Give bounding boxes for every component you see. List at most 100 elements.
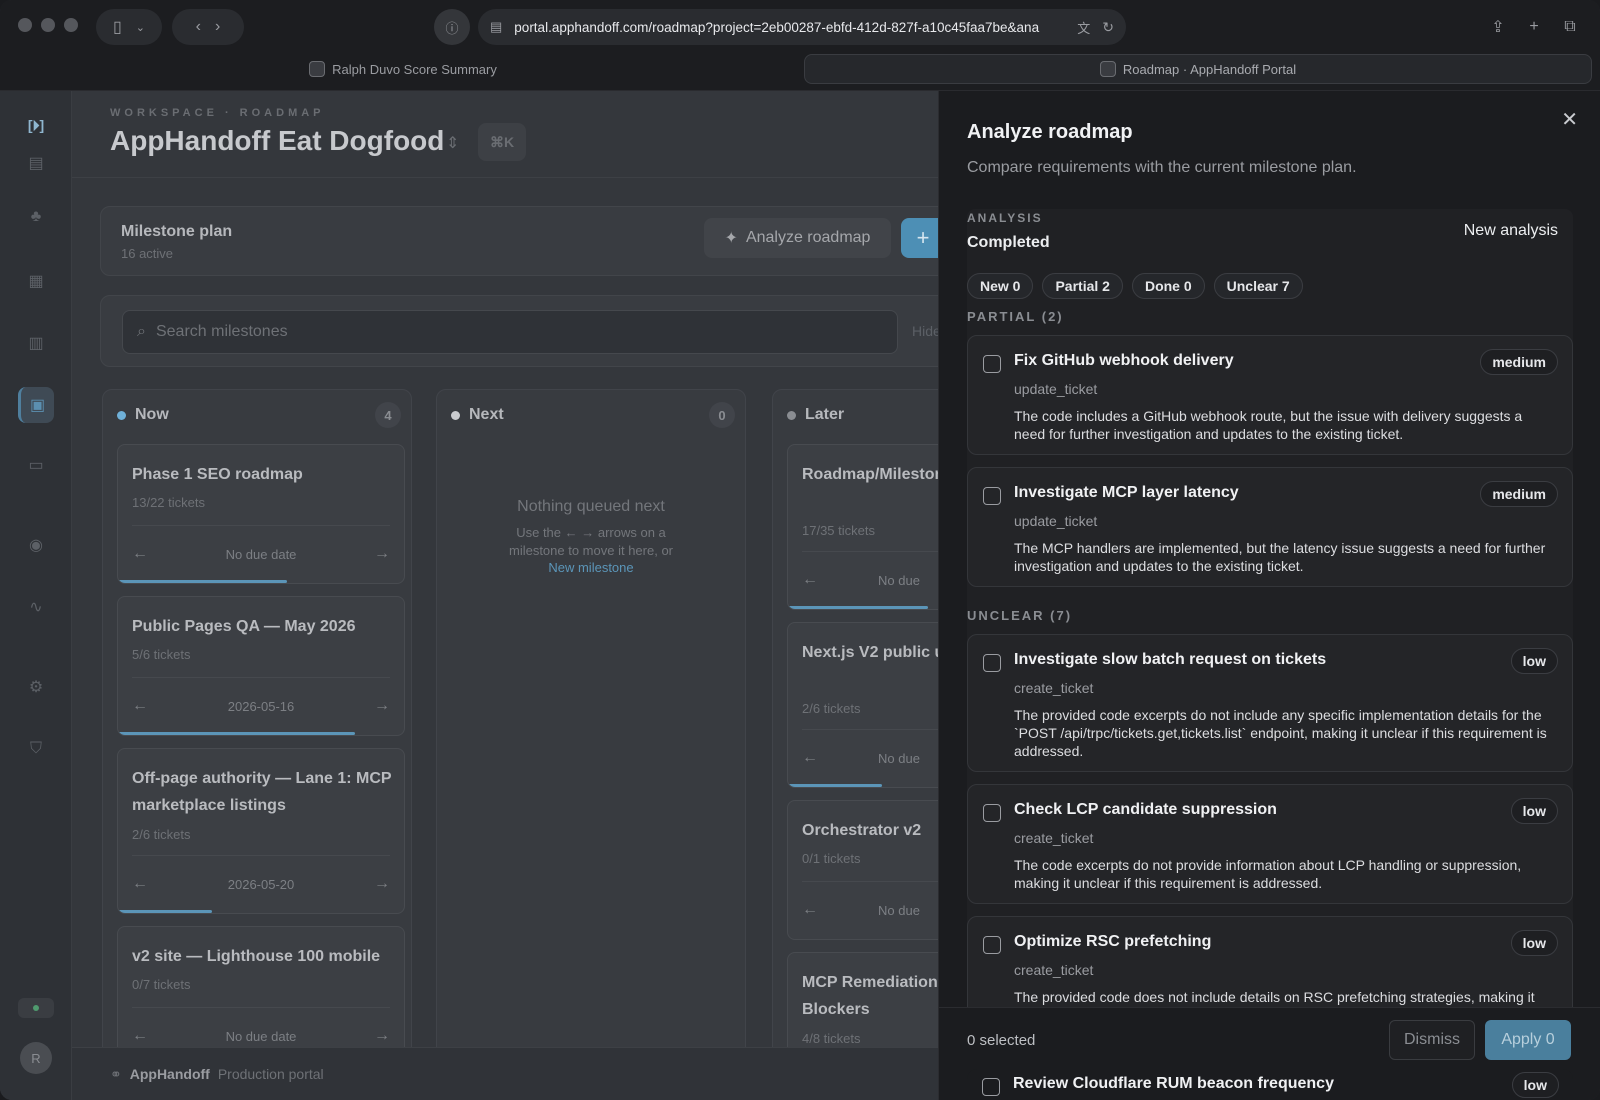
move-left-arrow-icon[interactable]: ← xyxy=(132,545,148,563)
sidebar-toggle-button[interactable]: ▯ ⌄ xyxy=(96,9,162,45)
analysis-status: Completed xyxy=(967,234,1050,251)
board-icon[interactable]: ▥ xyxy=(18,325,54,361)
apply-button[interactable]: Apply 0 xyxy=(1485,1020,1571,1060)
chip-done[interactable]: Done 0 xyxy=(1131,273,1205,299)
breadcrumb: WORKSPACE · ROADMAP xyxy=(110,107,325,119)
milestone-tickets: 17/35 tickets xyxy=(802,523,875,538)
move-right-arrow-icon[interactable]: → xyxy=(374,875,390,893)
tab-ralph-duvo[interactable]: Ralph Duvo Score Summary xyxy=(8,54,798,84)
divider xyxy=(132,855,390,856)
reload-icon[interactable]: ↻ xyxy=(1102,19,1114,36)
team-icon[interactable]: ♣ xyxy=(18,199,54,235)
progress-bar xyxy=(788,606,929,609)
tab-overview-button[interactable]: ⧉ xyxy=(1552,9,1588,45)
settings-icon[interactable]: ⚙ xyxy=(18,669,54,705)
window-controls xyxy=(18,18,78,32)
priority-badge: low xyxy=(1510,930,1558,956)
new-tab-button[interactable]: + xyxy=(1516,9,1552,45)
minimize-window-button[interactable] xyxy=(41,18,55,32)
milestone-footer: ← 2026-05-20 → xyxy=(132,869,390,899)
column-count: 0 xyxy=(709,402,735,428)
activity-icon[interactable]: ∿ xyxy=(18,589,54,625)
move-right-arrow-icon[interactable]: → xyxy=(374,1027,390,1045)
shield-icon[interactable]: ⛉ xyxy=(18,731,54,767)
progress-bar xyxy=(118,732,356,735)
move-left-arrow-icon[interactable]: ← xyxy=(132,1027,148,1045)
browser-window: ▯ ⌄ ‹ › ⓘ ▤ portal.apphandoff.com/roadma… xyxy=(0,0,1600,1100)
dismiss-button[interactable]: Dismiss xyxy=(1389,1020,1475,1060)
milestone-card[interactable]: Roadmap/Milestone hardening 17/35 ticket… xyxy=(787,444,938,610)
empty-state: Nothing queued next Use the ← → arrows o… xyxy=(437,498,745,575)
milestone-card[interactable]: Public Pages QA — May 2026 5/6 tickets ←… xyxy=(117,596,405,736)
suggestion-card: Investigate MCP layer latency update_tic… xyxy=(967,467,1573,587)
move-left-arrow-icon[interactable]: ← xyxy=(802,749,818,767)
logo-icon[interactable]: [⏵] xyxy=(18,107,54,143)
milestone-card[interactable]: Orchestrator v2 0/1 tickets ← No due xyxy=(787,800,938,940)
milestone-card[interactable]: Off-page authority — Lane 1: MCP marketp… xyxy=(117,748,405,914)
suggestion-checkbox[interactable] xyxy=(982,1078,1000,1096)
suggestion-checkbox[interactable] xyxy=(983,804,1001,822)
section-partial: PARTIAL (2) xyxy=(967,309,1064,324)
move-left-arrow-icon[interactable]: ← xyxy=(132,875,148,893)
command-palette-button[interactable]: ⌘K xyxy=(478,123,526,161)
move-right-arrow-icon[interactable]: → xyxy=(374,697,390,715)
panel-icon[interactable]: ▤ xyxy=(18,145,54,181)
milestone-card[interactable]: v2 site — Lighthouse 100 mobile 0/7 tick… xyxy=(117,926,405,1066)
roadmap-icon[interactable]: ▣ xyxy=(18,387,54,423)
section-unclear: UNCLEAR (7) xyxy=(967,608,1073,623)
progress-bar xyxy=(118,580,287,583)
hide-button[interactable]: Hide xyxy=(912,323,938,339)
password-manager-button[interactable]: ⓘ xyxy=(434,9,470,45)
due-date: 2026-05-20 xyxy=(227,876,295,892)
divider xyxy=(72,177,938,178)
analyze-roadmap-button[interactable]: ✦ Analyze roadmap xyxy=(704,218,891,258)
new-analysis-button[interactable]: New analysis xyxy=(1464,222,1558,240)
password-icon: ⓘ xyxy=(445,20,459,36)
close-icon[interactable]: ✕ xyxy=(1561,107,1578,132)
move-right-arrow-icon[interactable]: → xyxy=(374,545,390,563)
suggestion-checkbox[interactable] xyxy=(983,487,1001,505)
move-left-arrow-icon[interactable]: ← xyxy=(802,901,818,919)
nav-rail: [⏵] ▤ ♣ ▦ ▥ ▣ ▭ ◉ ∿ ⚙ ⛉ R xyxy=(0,91,72,1100)
move-left-arrow-icon[interactable]: ← xyxy=(802,571,818,589)
chip-new[interactable]: New 0 xyxy=(967,273,1034,299)
milestone-tickets: 0/1 tickets xyxy=(802,851,861,866)
add-milestone-button[interactable]: + xyxy=(901,218,938,258)
move-left-arrow-icon[interactable]: ← xyxy=(132,697,148,715)
project-switcher-icon[interactable]: ⇕ xyxy=(446,133,459,153)
back-button[interactable]: ‹ xyxy=(196,18,201,36)
milestone-footer: ← 2026-05-16 → xyxy=(132,691,390,721)
milestone-card[interactable]: Next.js V2 public upgrade 2/6 tickets ← … xyxy=(787,622,938,788)
close-window-button[interactable] xyxy=(18,18,32,32)
translate-icon[interactable]: 文 xyxy=(1077,18,1090,37)
milestone-card[interactable]: Phase 1 SEO roadmap 13/22 tickets ← No d… xyxy=(117,444,405,584)
address-bar[interactable]: ▤ portal.apphandoff.com/roadmap?project=… xyxy=(478,9,1126,45)
broadcast-icon[interactable]: ◉ xyxy=(18,527,54,563)
chip-partial[interactable]: Partial 2 xyxy=(1042,273,1123,299)
status-indicator xyxy=(18,998,54,1018)
suggestion-checkbox[interactable] xyxy=(983,654,1001,672)
search-placeholder: Search milestones xyxy=(155,323,288,340)
analyze-roadmap-drawer: ✕ Analyze roadmap Compare requirements w… xyxy=(938,91,1600,1100)
zoom-window-button[interactable] xyxy=(64,18,78,32)
priority-badge: low xyxy=(1510,798,1558,824)
milestone-title: MCP Remediation Launch-Blockers xyxy=(802,974,938,1018)
folder-icon[interactable]: ▭ xyxy=(18,447,54,483)
grid-icon[interactable]: ▦ xyxy=(18,263,54,299)
forward-button[interactable]: › xyxy=(215,18,220,36)
tab-roadmap[interactable]: Roadmap · AppHandoff Portal xyxy=(804,54,1592,84)
history-nav: ‹ › xyxy=(172,9,244,45)
suggestion-checkbox[interactable] xyxy=(983,936,1001,954)
share-button[interactable]: ⇪ xyxy=(1480,9,1516,45)
divider xyxy=(132,1007,390,1008)
divider xyxy=(802,729,938,730)
chip-unclear[interactable]: Unclear 7 xyxy=(1213,273,1303,299)
new-milestone-link[interactable]: New milestone xyxy=(437,560,745,575)
search-milestones-input[interactable]: ⌕ Search milestones xyxy=(122,310,898,354)
avatar[interactable]: R xyxy=(20,1042,52,1074)
selection-bar: 0 selected Dismiss Apply 0 xyxy=(939,1007,1600,1069)
column-title: Now xyxy=(135,406,169,423)
suggestion-checkbox[interactable] xyxy=(983,355,1001,373)
suggestion-action: update_ticket xyxy=(1014,513,1098,529)
milestone-plan-subtitle: 16 active xyxy=(121,246,174,261)
